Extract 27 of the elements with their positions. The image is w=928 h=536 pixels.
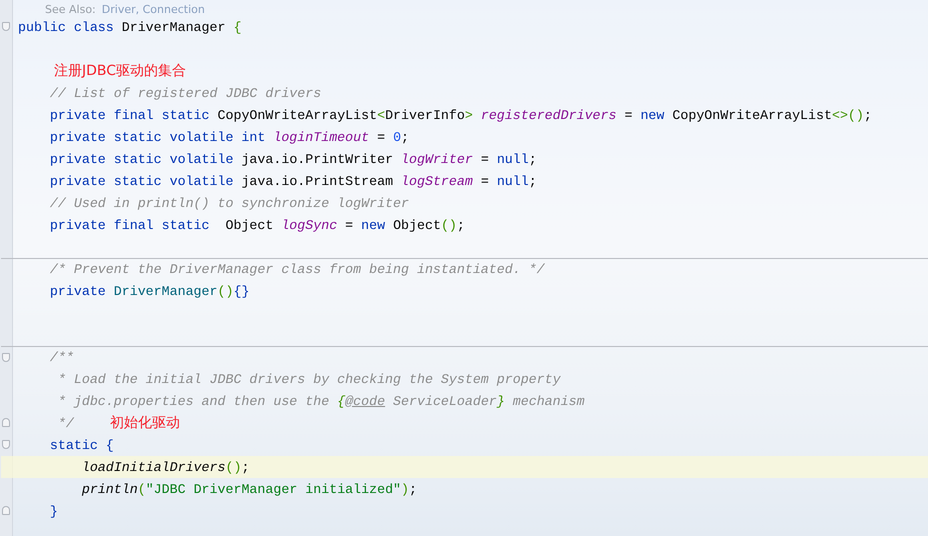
code-line: static {	[48, 438, 114, 452]
code-line: * jdbc.properties and then use the {@code ServiceLoader} mechanism	[56, 394, 585, 408]
code-line: */	[56, 416, 74, 430]
code-line: private static volatile java.io.PrintStream logStream = null;	[48, 174, 537, 188]
code-line: loadInitialDrivers();	[80, 460, 250, 474]
fold-icon[interactable]	[2, 353, 10, 362]
code-line: private static volatile java.io.PrintWriter logWriter = null;	[48, 152, 537, 166]
code-line: }	[48, 504, 58, 518]
annotation-note: 初始化驱动	[110, 414, 180, 432]
code-line: * Load the initial JDBC drivers by checking the System property	[56, 372, 561, 386]
doc-label: See Also:	[45, 3, 96, 16]
code-line: private final static Object logSync = new Object();	[48, 218, 465, 232]
code-line: private DriverManager(){}	[48, 284, 250, 298]
code-line: /**	[48, 350, 74, 365]
annotation-note: 注册JDBC驱动的集合	[54, 62, 186, 80]
code-line: // Used in println() to synchronize logWriter	[48, 196, 409, 210]
doc-link[interactable]: Driver, Connection	[102, 3, 205, 16]
code-line: /* Prevent the DriverManager class from being instantiated. */	[48, 262, 545, 277]
fold-icon[interactable]	[2, 22, 10, 31]
code-line: private final static CopyOnWriteArrayList<DriverInfo> registeredDrivers = new CopyOnWriteArrayList<>();	[48, 108, 872, 122]
fold-icon[interactable]	[2, 440, 10, 449]
code-line: println("JDBC DriverManager initialized");	[80, 482, 417, 496]
fold-icon[interactable]	[2, 418, 10, 427]
code-line: public class DriverManager {	[18, 20, 242, 34]
code-line: private static volatile int loginTimeout = 0;	[48, 130, 410, 144]
fold-icon[interactable]	[2, 506, 10, 515]
code-line: // List of registered JDBC drivers	[48, 86, 322, 100]
